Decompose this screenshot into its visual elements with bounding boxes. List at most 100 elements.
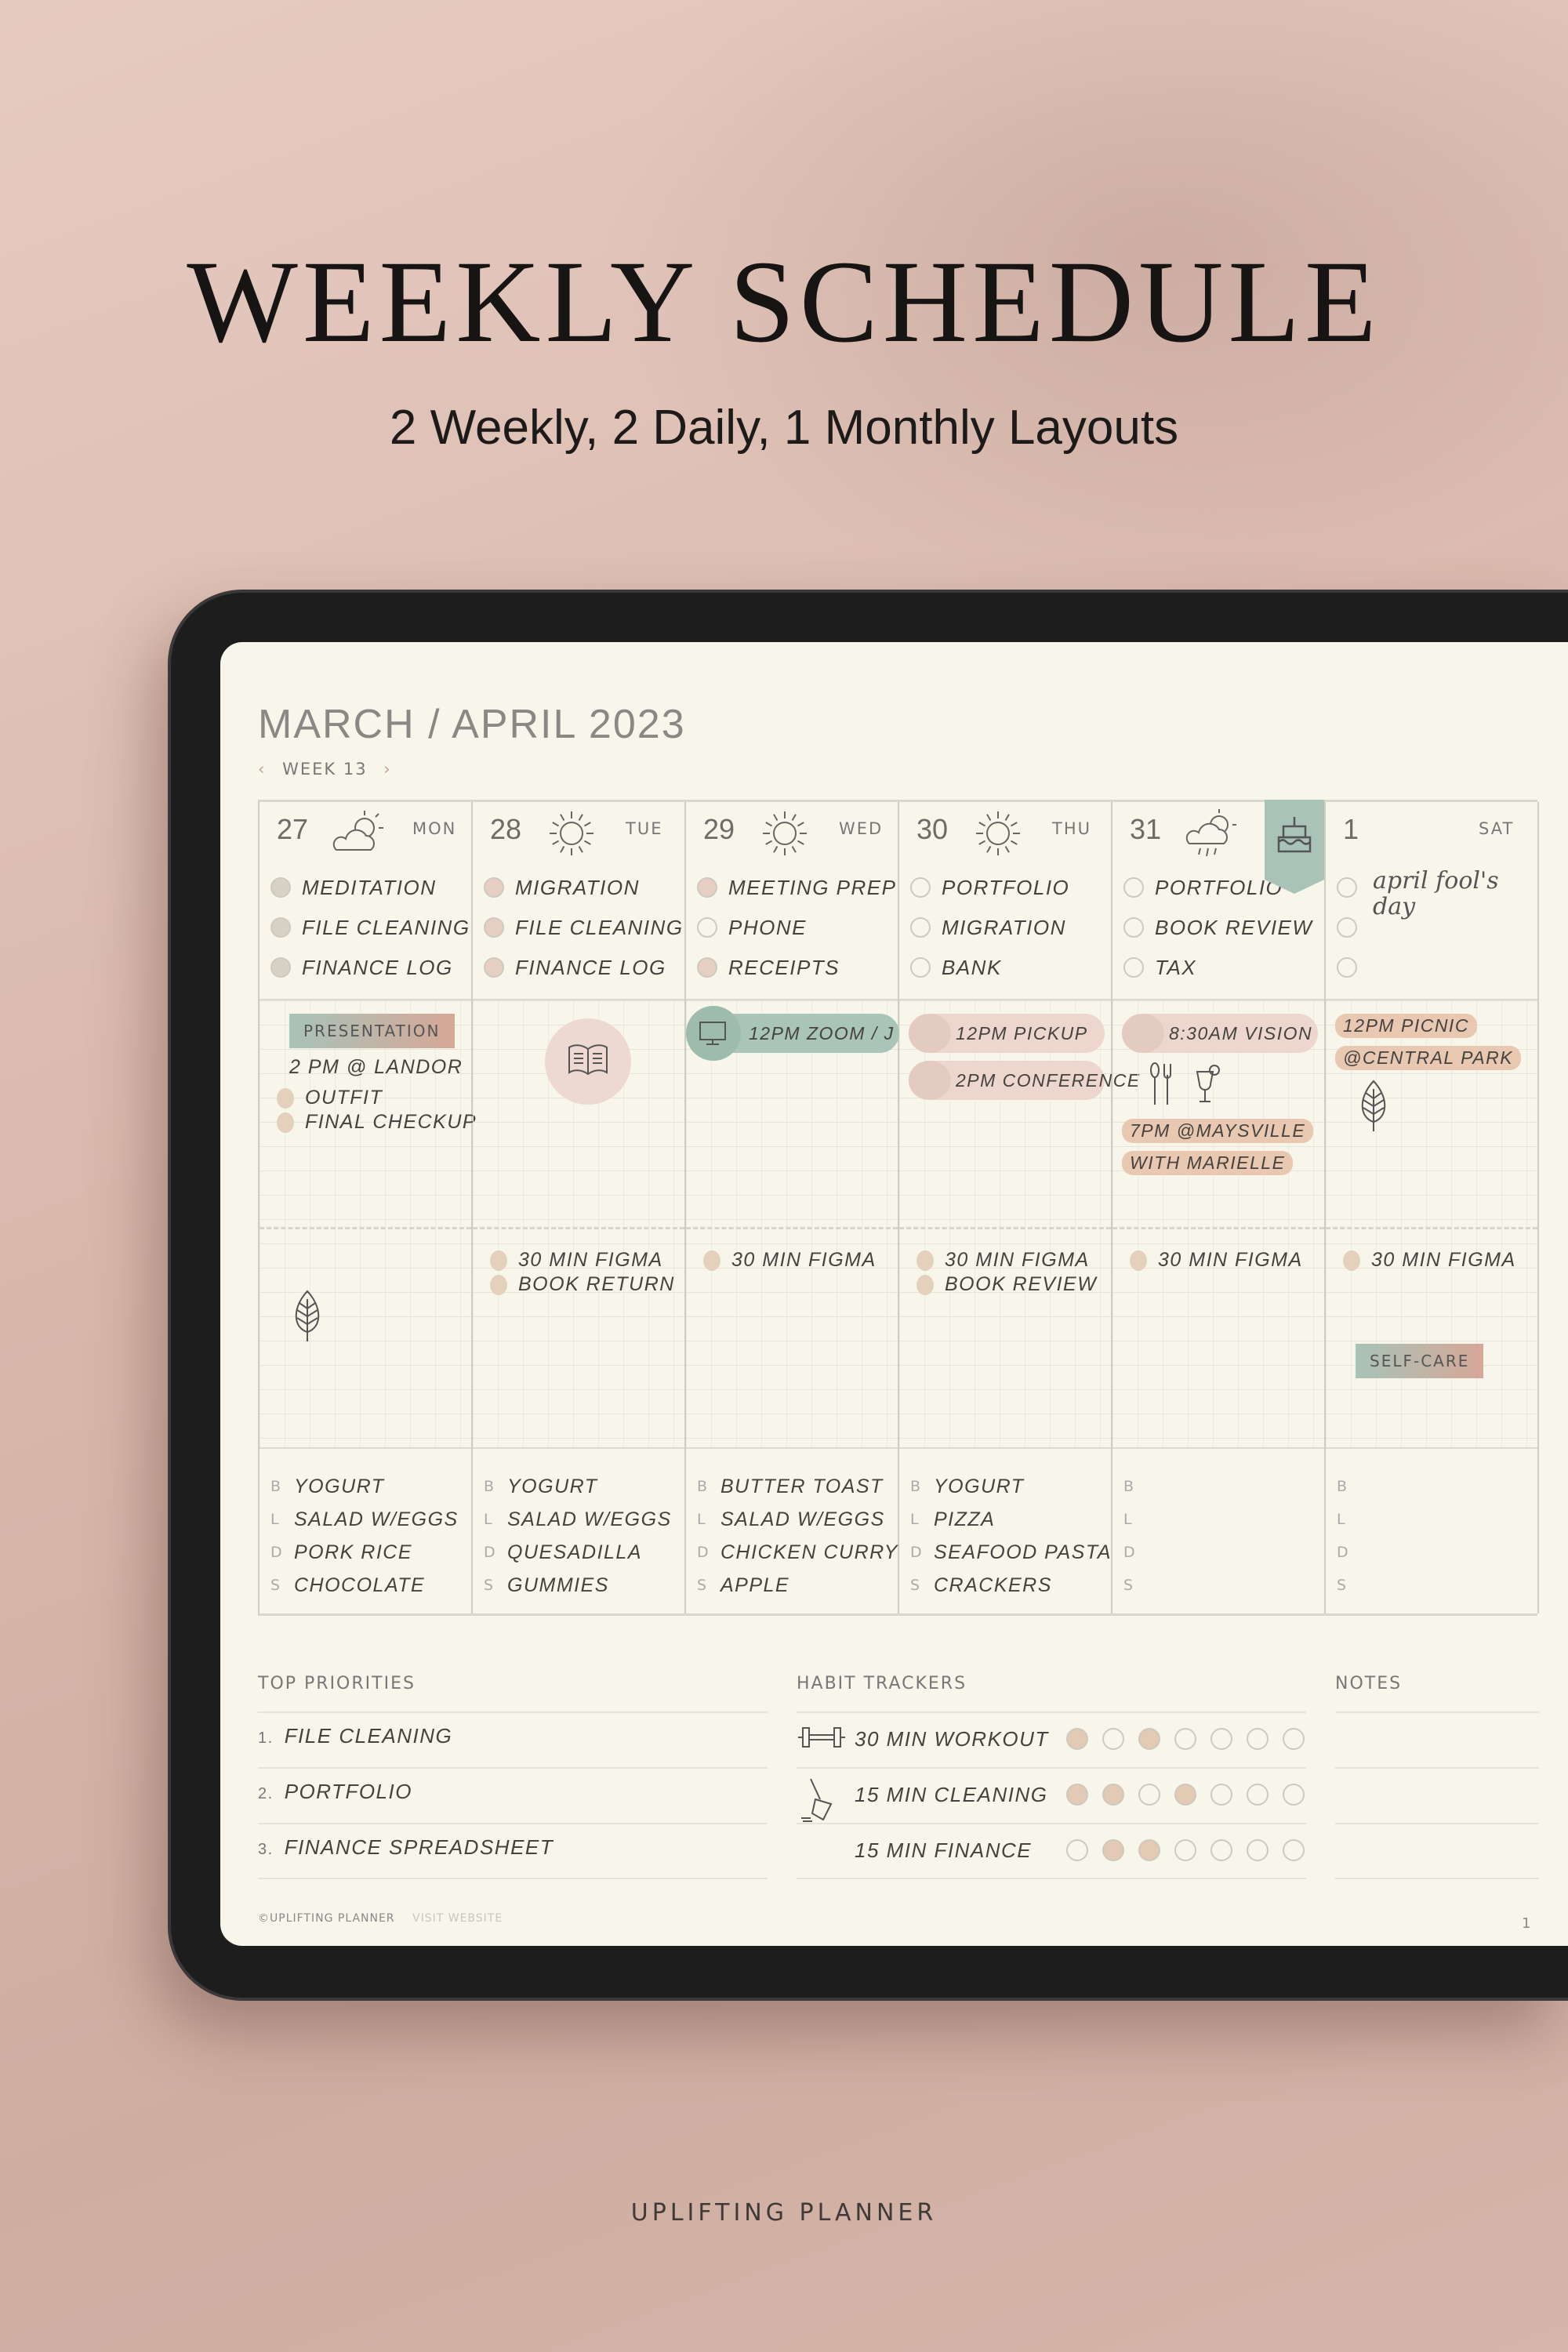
task-item[interactable]: PORTFOLIO — [910, 872, 1069, 903]
task-checkbox[interactable] — [697, 957, 717, 978]
bullet-item[interactable]: BOOK REVIEW — [916, 1273, 1105, 1296]
meal-row[interactable]: S — [1337, 1570, 1360, 1601]
meal-row[interactable]: B — [1123, 1471, 1147, 1502]
habit-day-checkbox[interactable] — [1066, 1728, 1088, 1750]
task-item[interactable]: MIGRATION — [484, 872, 640, 903]
habit-day-checkbox[interactable] — [1247, 1784, 1269, 1806]
highlighted-event[interactable]: 7PM @MAYSVILLE — [1122, 1119, 1314, 1143]
habit-day-checkbox[interactable] — [1283, 1728, 1305, 1750]
notes-line[interactable] — [1335, 1823, 1539, 1824]
highlighted-event[interactable]: @CENTRAL PARK — [1335, 1046, 1522, 1070]
event-pill[interactable]: 12PM ZOOM / J — [686, 1006, 899, 1061]
notes-line[interactable] — [1335, 1767, 1539, 1769]
habit-day-checkbox[interactable] — [1210, 1728, 1232, 1750]
bullet-item[interactable]: 30 MIN FIGMA — [1130, 1249, 1318, 1272]
task-item[interactable]: FINANCE LOG — [270, 952, 453, 983]
notes-line[interactable] — [1335, 1878, 1539, 1879]
habit-day-checkbox[interactable] — [1174, 1728, 1196, 1750]
task-checkbox[interactable] — [1123, 877, 1144, 898]
bullet-item[interactable]: 30 MIN FIGMA — [916, 1249, 1105, 1272]
highlighted-event[interactable]: 12PM PICNIC — [1335, 1014, 1477, 1038]
task-checkbox[interactable] — [270, 957, 291, 978]
bookmark-tab[interactable] — [1265, 800, 1324, 894]
task-checkbox[interactable] — [910, 877, 931, 898]
day-number[interactable]: 29 — [703, 813, 735, 846]
meal-row[interactable]: D SEAFOOD PASTA — [910, 1537, 1112, 1568]
meal-row[interactable]: D — [1337, 1537, 1360, 1568]
meal-row[interactable]: D CHICKEN CURRY — [697, 1537, 898, 1568]
task-checkbox[interactable] — [1123, 917, 1144, 938]
chevron-right-icon[interactable]: › — [383, 760, 391, 779]
meal-row[interactable]: L — [1123, 1504, 1147, 1535]
habit-day-checkbox[interactable] — [1066, 1839, 1088, 1861]
priority-item[interactable]: 1. FILE CLEANING — [258, 1724, 452, 1748]
habit-day-checkbox[interactable] — [1138, 1839, 1160, 1861]
task-checkbox[interactable] — [697, 917, 717, 938]
bullet-item[interactable]: 30 MIN FIGMA — [1343, 1249, 1531, 1272]
label-tag[interactable]: PRESENTATION — [289, 1014, 455, 1048]
meal-row[interactable]: B YOGURT — [484, 1471, 598, 1502]
bullet-item[interactable]: BOOK RETURN — [490, 1273, 678, 1296]
habit-day-checkbox[interactable] — [1138, 1728, 1160, 1750]
task-item[interactable]: MEETING PREP — [697, 872, 896, 903]
task-item[interactable]: RECEIPTS — [697, 952, 840, 983]
day-number[interactable]: 1 — [1343, 813, 1359, 846]
meal-row[interactable]: S GUMMIES — [484, 1570, 609, 1601]
task-item[interactable]: FINANCE LOG — [484, 952, 666, 983]
habit-day-checkbox[interactable] — [1210, 1839, 1232, 1861]
habit-day-checkbox[interactable] — [1174, 1784, 1196, 1806]
meal-row[interactable]: B YOGURT — [910, 1471, 1025, 1502]
visit-website-link[interactable]: VISIT WEBSITE — [412, 1912, 503, 1925]
notes-line[interactable] — [1335, 1711, 1539, 1713]
task-checkbox[interactable] — [270, 877, 291, 898]
meal-row[interactable]: D PORK RICE — [270, 1537, 412, 1568]
habit-day-checkbox[interactable] — [1138, 1784, 1160, 1806]
bullet-item[interactable]: FINAL CHECKUP — [277, 1111, 476, 1134]
day-number[interactable]: 31 — [1130, 813, 1161, 846]
task-checkbox[interactable] — [697, 877, 717, 898]
meal-row[interactable]: L PIZZA — [910, 1504, 995, 1535]
meal-row[interactable]: B BUTTER TOAST — [697, 1471, 884, 1502]
habit-day-checkbox[interactable] — [1102, 1839, 1124, 1861]
task-checkbox[interactable] — [484, 917, 504, 938]
day-number[interactable]: 30 — [916, 813, 948, 846]
task-checkbox[interactable] — [1337, 917, 1357, 938]
habit-day-checkbox[interactable] — [1066, 1784, 1088, 1806]
day-number[interactable]: 28 — [490, 813, 521, 846]
meal-row[interactable]: D QUESADILLA — [484, 1537, 642, 1568]
task-item[interactable]: TAX — [1123, 952, 1196, 983]
meal-row[interactable]: L SALAD W/EGGS — [270, 1504, 459, 1535]
meal-row[interactable]: S CHOCOLATE — [270, 1570, 425, 1601]
task-checkbox[interactable] — [910, 957, 931, 978]
meal-row[interactable]: L SALAD W/EGGS — [697, 1504, 885, 1535]
event-pill[interactable]: 8:30AM VISION — [1122, 1014, 1318, 1053]
chevron-left-icon[interactable]: ‹ — [258, 760, 266, 779]
task-checkbox[interactable] — [270, 917, 291, 938]
meal-row[interactable]: B YOGURT — [270, 1471, 385, 1502]
task-item[interactable]: BOOK REVIEW — [1123, 912, 1312, 943]
priority-item[interactable]: 2. PORTFOLIO — [258, 1780, 412, 1804]
event-pill[interactable]: 2PM CONFERENCE — [909, 1061, 1139, 1100]
task-checkbox[interactable] — [484, 877, 504, 898]
highlighted-event[interactable]: WITH MARIELLE — [1122, 1151, 1294, 1175]
task-checkbox[interactable] — [910, 917, 931, 938]
task-item[interactable]: MEDITATION — [270, 872, 436, 903]
task-item[interactable]: PORTFOLIO — [1123, 872, 1283, 903]
task-checkbox[interactable] — [1337, 877, 1357, 898]
habit-day-checkbox[interactable] — [1210, 1784, 1232, 1806]
meal-row[interactable]: L SALAD W/EGGS — [484, 1504, 672, 1535]
event-text[interactable]: 2 PM @ LANDOR — [289, 1056, 465, 1079]
habit-day-checkbox[interactable] — [1283, 1784, 1305, 1806]
habit-day-checkbox[interactable] — [1247, 1839, 1269, 1861]
meal-row[interactable]: L — [1337, 1504, 1360, 1535]
task-checkbox[interactable] — [484, 957, 504, 978]
meal-row[interactable]: S — [1123, 1570, 1147, 1601]
habit-day-checkbox[interactable] — [1174, 1839, 1196, 1861]
label-tag[interactable]: SELF-CARE — [1356, 1344, 1484, 1378]
event-pill[interactable]: 12PM PICKUP — [909, 1014, 1105, 1053]
task-item[interactable]: FILE CLEANING — [270, 912, 470, 943]
habit-day-checkbox[interactable] — [1283, 1839, 1305, 1861]
meal-row[interactable]: D — [1123, 1537, 1147, 1568]
task-checkbox[interactable] — [1337, 957, 1357, 978]
bullet-item[interactable]: 30 MIN FIGMA — [703, 1249, 891, 1272]
